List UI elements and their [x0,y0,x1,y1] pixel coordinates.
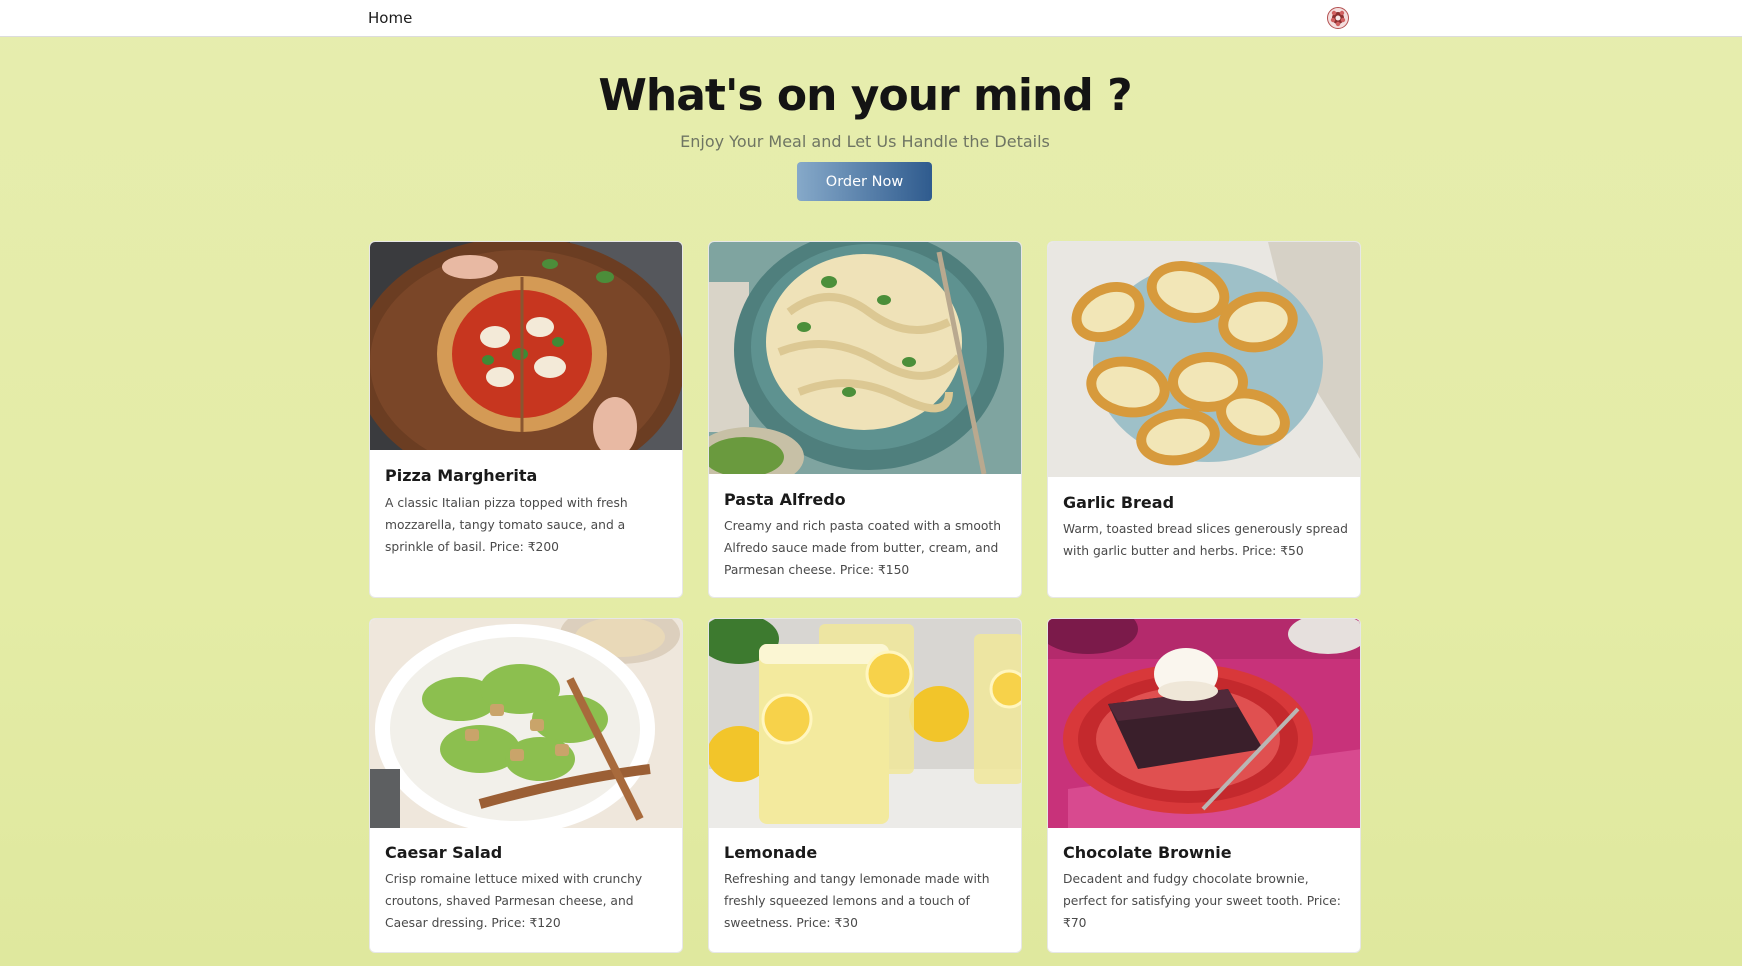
menu-card-chocolate-brownie[interactable]: Chocolate Brownie Decadent and fudgy cho… [1047,618,1361,953]
pasta-alfredo-photo [709,242,1021,474]
chocolate-brownie-photo [1048,619,1360,828]
menu-card-title: Chocolate Brownie [1063,843,1232,862]
user-avatar-icon[interactable] [1326,6,1350,30]
menu-card-description: Creamy and rich pasta coated with a smoo… [724,519,1002,577]
menu-card-title: Pasta Alfredo [724,490,846,509]
menu-card-description: Crisp romaine lettuce mixed with crunchy… [385,872,643,930]
menu-card-description: Decadent and fudgy chocolate brownie, pe… [1063,872,1341,930]
nav-home-link[interactable]: Home [368,9,412,27]
caesar-salad-photo [370,619,682,828]
menu-card-title: Caesar Salad [385,843,503,862]
menu-card-pizza-margherita[interactable]: Pizza Margherita A classic Italian pizza… [369,241,683,598]
top-navbar: Home [0,0,1742,37]
menu-card-title: Lemonade [724,843,818,862]
menu-card-pasta-alfredo[interactable]: Pasta Alfredo Creamy and rich pasta coat… [708,241,1022,598]
order-now-button[interactable]: Order Now [797,162,932,201]
menu-card-title: Garlic Bread [1063,493,1175,512]
menu-card-garlic-bread[interactable]: Garlic Bread Warm, toasted bread slices … [1047,241,1361,598]
lemonade-photo [709,619,1021,828]
menu-card-description: Refreshing and tangy lemonade made with … [724,872,990,930]
menu-card-lemonade[interactable]: Lemonade Refreshing and tangy lemonade m… [708,618,1022,953]
pizza-margherita-photo [370,242,682,450]
hero-subtitle: Enjoy Your Meal and Let Us Handle the De… [680,132,1050,151]
menu-card-description: Warm, toasted bread slices generously sp… [1063,522,1348,558]
garlic-bread-photo [1048,242,1360,477]
menu-card-title: Pizza Margherita [385,466,538,485]
menu-card-description: A classic Italian pizza topped with fres… [385,496,628,554]
hero-title: What's on your mind ? [598,70,1132,121]
menu-card-caesar-salad[interactable]: Caesar Salad Crisp romaine lettuce mixed… [369,618,683,953]
